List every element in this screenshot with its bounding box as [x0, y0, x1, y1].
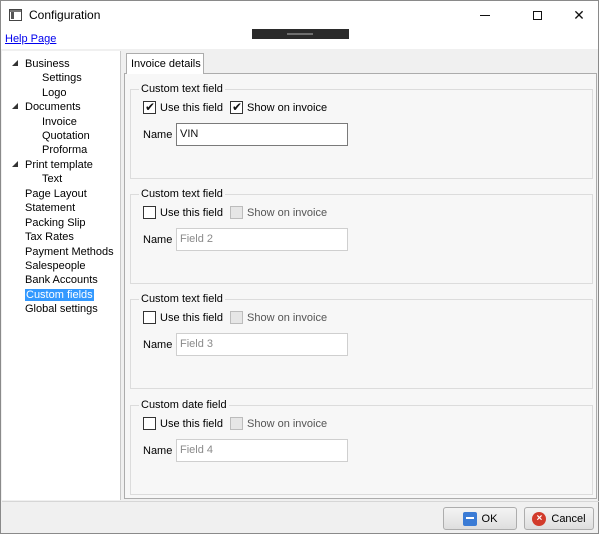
tab-control: Invoice details Custom text field ✔ Use … — [123, 51, 599, 500]
tree-item-label: Documents — [25, 101, 81, 113]
checkbox-label: Show on invoice — [247, 102, 328, 114]
tree-item-quotation[interactable]: Quotation — [42, 129, 90, 143]
checkbox-box[interactable] — [230, 206, 243, 219]
checkbox-label: Show on invoice — [247, 207, 328, 219]
tree-item-logo[interactable]: Logo — [42, 86, 66, 100]
checkbox-box[interactable] — [143, 311, 156, 324]
checkbox-box[interactable]: ✔ — [230, 100, 243, 114]
custom-field-group-1: Custom text field ✔ Use this field ✔ Sho… — [130, 83, 593, 179]
help-bar: Help Page — [1, 29, 598, 49]
close-icon: ✕ — [573, 7, 585, 23]
name-label: Name — [143, 339, 173, 351]
tree-item-label: Settings — [42, 72, 82, 84]
minimize-icon — [480, 14, 490, 16]
tree-item-label: Quotation — [42, 130, 90, 142]
tab-invoice-details[interactable]: Invoice details — [126, 53, 204, 74]
tree-item-salespeople[interactable]: Salespeople — [25, 259, 86, 273]
name-field[interactable]: Field 4 — [176, 439, 348, 462]
checkbox-label: Use this field — [160, 312, 223, 324]
checkbox-box[interactable] — [143, 206, 156, 219]
tree-item-global-settings[interactable]: Global settings — [25, 302, 98, 316]
tree-item-label: Global settings — [25, 303, 98, 315]
ok-button-label: OK — [481, 512, 498, 525]
tree-item-settings[interactable]: Settings — [42, 71, 82, 85]
cancel-button[interactable]: × Cancel — [524, 507, 594, 530]
close-button[interactable]: ✕ — [557, 1, 599, 29]
tree-item-bank-accounts[interactable]: Bank Accounts — [25, 273, 98, 287]
name-field[interactable]: Field 3 — [176, 333, 348, 356]
checkbox-box[interactable]: ✔ — [143, 100, 156, 114]
tree-item-statement[interactable]: Statement — [25, 201, 75, 215]
tree-item-text[interactable]: Text — [42, 172, 62, 186]
name-label: Name — [143, 234, 173, 246]
checkbox-label: Use this field — [160, 418, 223, 430]
custom-field-group-4: Custom date field Use this field Show on… — [130, 399, 593, 495]
tree-item-business[interactable]: Business — [12, 57, 70, 71]
cancel-circle-icon: × — [532, 511, 547, 526]
tab-panel-invoice-details: Custom text field ✔ Use this field ✔ Sho… — [124, 73, 597, 499]
tree-item-label: Logo — [42, 87, 67, 99]
checkbox-box[interactable] — [230, 311, 243, 324]
window-title: Configuration — [29, 8, 101, 22]
group-title: Custom text field — [139, 83, 225, 95]
triangle-expanded-icon[interactable] — [12, 60, 18, 66]
custom-field-group-2: Custom text field Use this field Show on… — [130, 188, 593, 284]
checkmark-icon: ✔ — [145, 100, 156, 114]
tree-item-page-layout[interactable]: Page Layout — [25, 187, 87, 201]
help-page-link[interactable]: Help Page — [5, 33, 56, 45]
cancel-button-label: Cancel — [551, 512, 586, 525]
name-label: Name — [143, 129, 173, 141]
tree-item-label: Salespeople — [25, 260, 86, 272]
ok-button[interactable]: OK — [443, 507, 517, 530]
group-title: Custom text field — [139, 188, 225, 200]
configuration-window: Configuration ✕ Help Page Business Setti… — [0, 0, 599, 534]
checkmark-icon: ✔ — [232, 100, 243, 114]
checkbox-label: Use this field — [160, 102, 223, 114]
tree-item-label: Proforma — [42, 144, 88, 156]
checkbox-label: Show on invoice — [247, 312, 328, 324]
tree-item-label: Text — [42, 173, 63, 185]
group-title: Custom date field — [139, 399, 229, 411]
triangle-expanded-icon[interactable] — [12, 103, 18, 109]
checkbox-label: Show on invoice — [247, 418, 328, 430]
tree-item-label: Statement — [25, 202, 76, 214]
tree-item-custom-fields[interactable]: Custom fields — [25, 288, 94, 302]
maximize-button[interactable] — [515, 1, 559, 29]
window-icon — [9, 9, 22, 21]
navigation-tree: Business Settings Logo Documents Invoice… — [2, 51, 121, 500]
tree-item-label: Print template — [25, 159, 93, 171]
tree-item-invoice[interactable]: Invoice — [42, 115, 77, 129]
custom-field-group-3: Custom text field Use this field Show on… — [130, 293, 593, 389]
tree-item-label: Business — [25, 58, 70, 70]
tree-item-proforma[interactable]: Proforma — [42, 143, 87, 157]
minimize-button[interactable] — [463, 1, 507, 29]
save-disk-icon — [462, 511, 477, 526]
tree-item-label: Invoice — [42, 116, 77, 128]
tree-item-label: Page Layout — [25, 188, 87, 200]
tree-item-label: Tax Rates — [25, 231, 74, 243]
tree-item-print-template[interactable]: Print template — [12, 158, 93, 172]
tree-item-label: Custom fields — [25, 289, 94, 301]
tree-item-documents[interactable]: Documents — [12, 100, 81, 114]
checkbox-label: Use this field — [160, 207, 223, 219]
tree-item-tax-rates[interactable]: Tax Rates — [25, 230, 74, 244]
tree-item-label: Packing Slip — [25, 217, 86, 229]
name-field[interactable]: VIN — [176, 123, 348, 146]
footer-separator — [2, 501, 599, 502]
name-label: Name — [143, 445, 173, 457]
title-bar[interactable]: Configuration ✕ — [1, 1, 598, 29]
checkbox-box[interactable] — [230, 417, 243, 430]
group-title: Custom text field — [139, 293, 225, 305]
name-field[interactable]: Field 2 — [176, 228, 348, 251]
tree-item-label: Bank Accounts — [25, 274, 98, 286]
triangle-expanded-icon[interactable] — [12, 161, 18, 167]
maximize-icon — [532, 10, 542, 20]
drag-handle[interactable] — [252, 29, 349, 39]
tree-item-packing-slip[interactable]: Packing Slip — [25, 216, 86, 230]
checkbox-box[interactable] — [143, 417, 156, 430]
tree-item-label: Payment Methods — [25, 246, 114, 258]
tree-item-payment-methods[interactable]: Payment Methods — [25, 245, 114, 259]
